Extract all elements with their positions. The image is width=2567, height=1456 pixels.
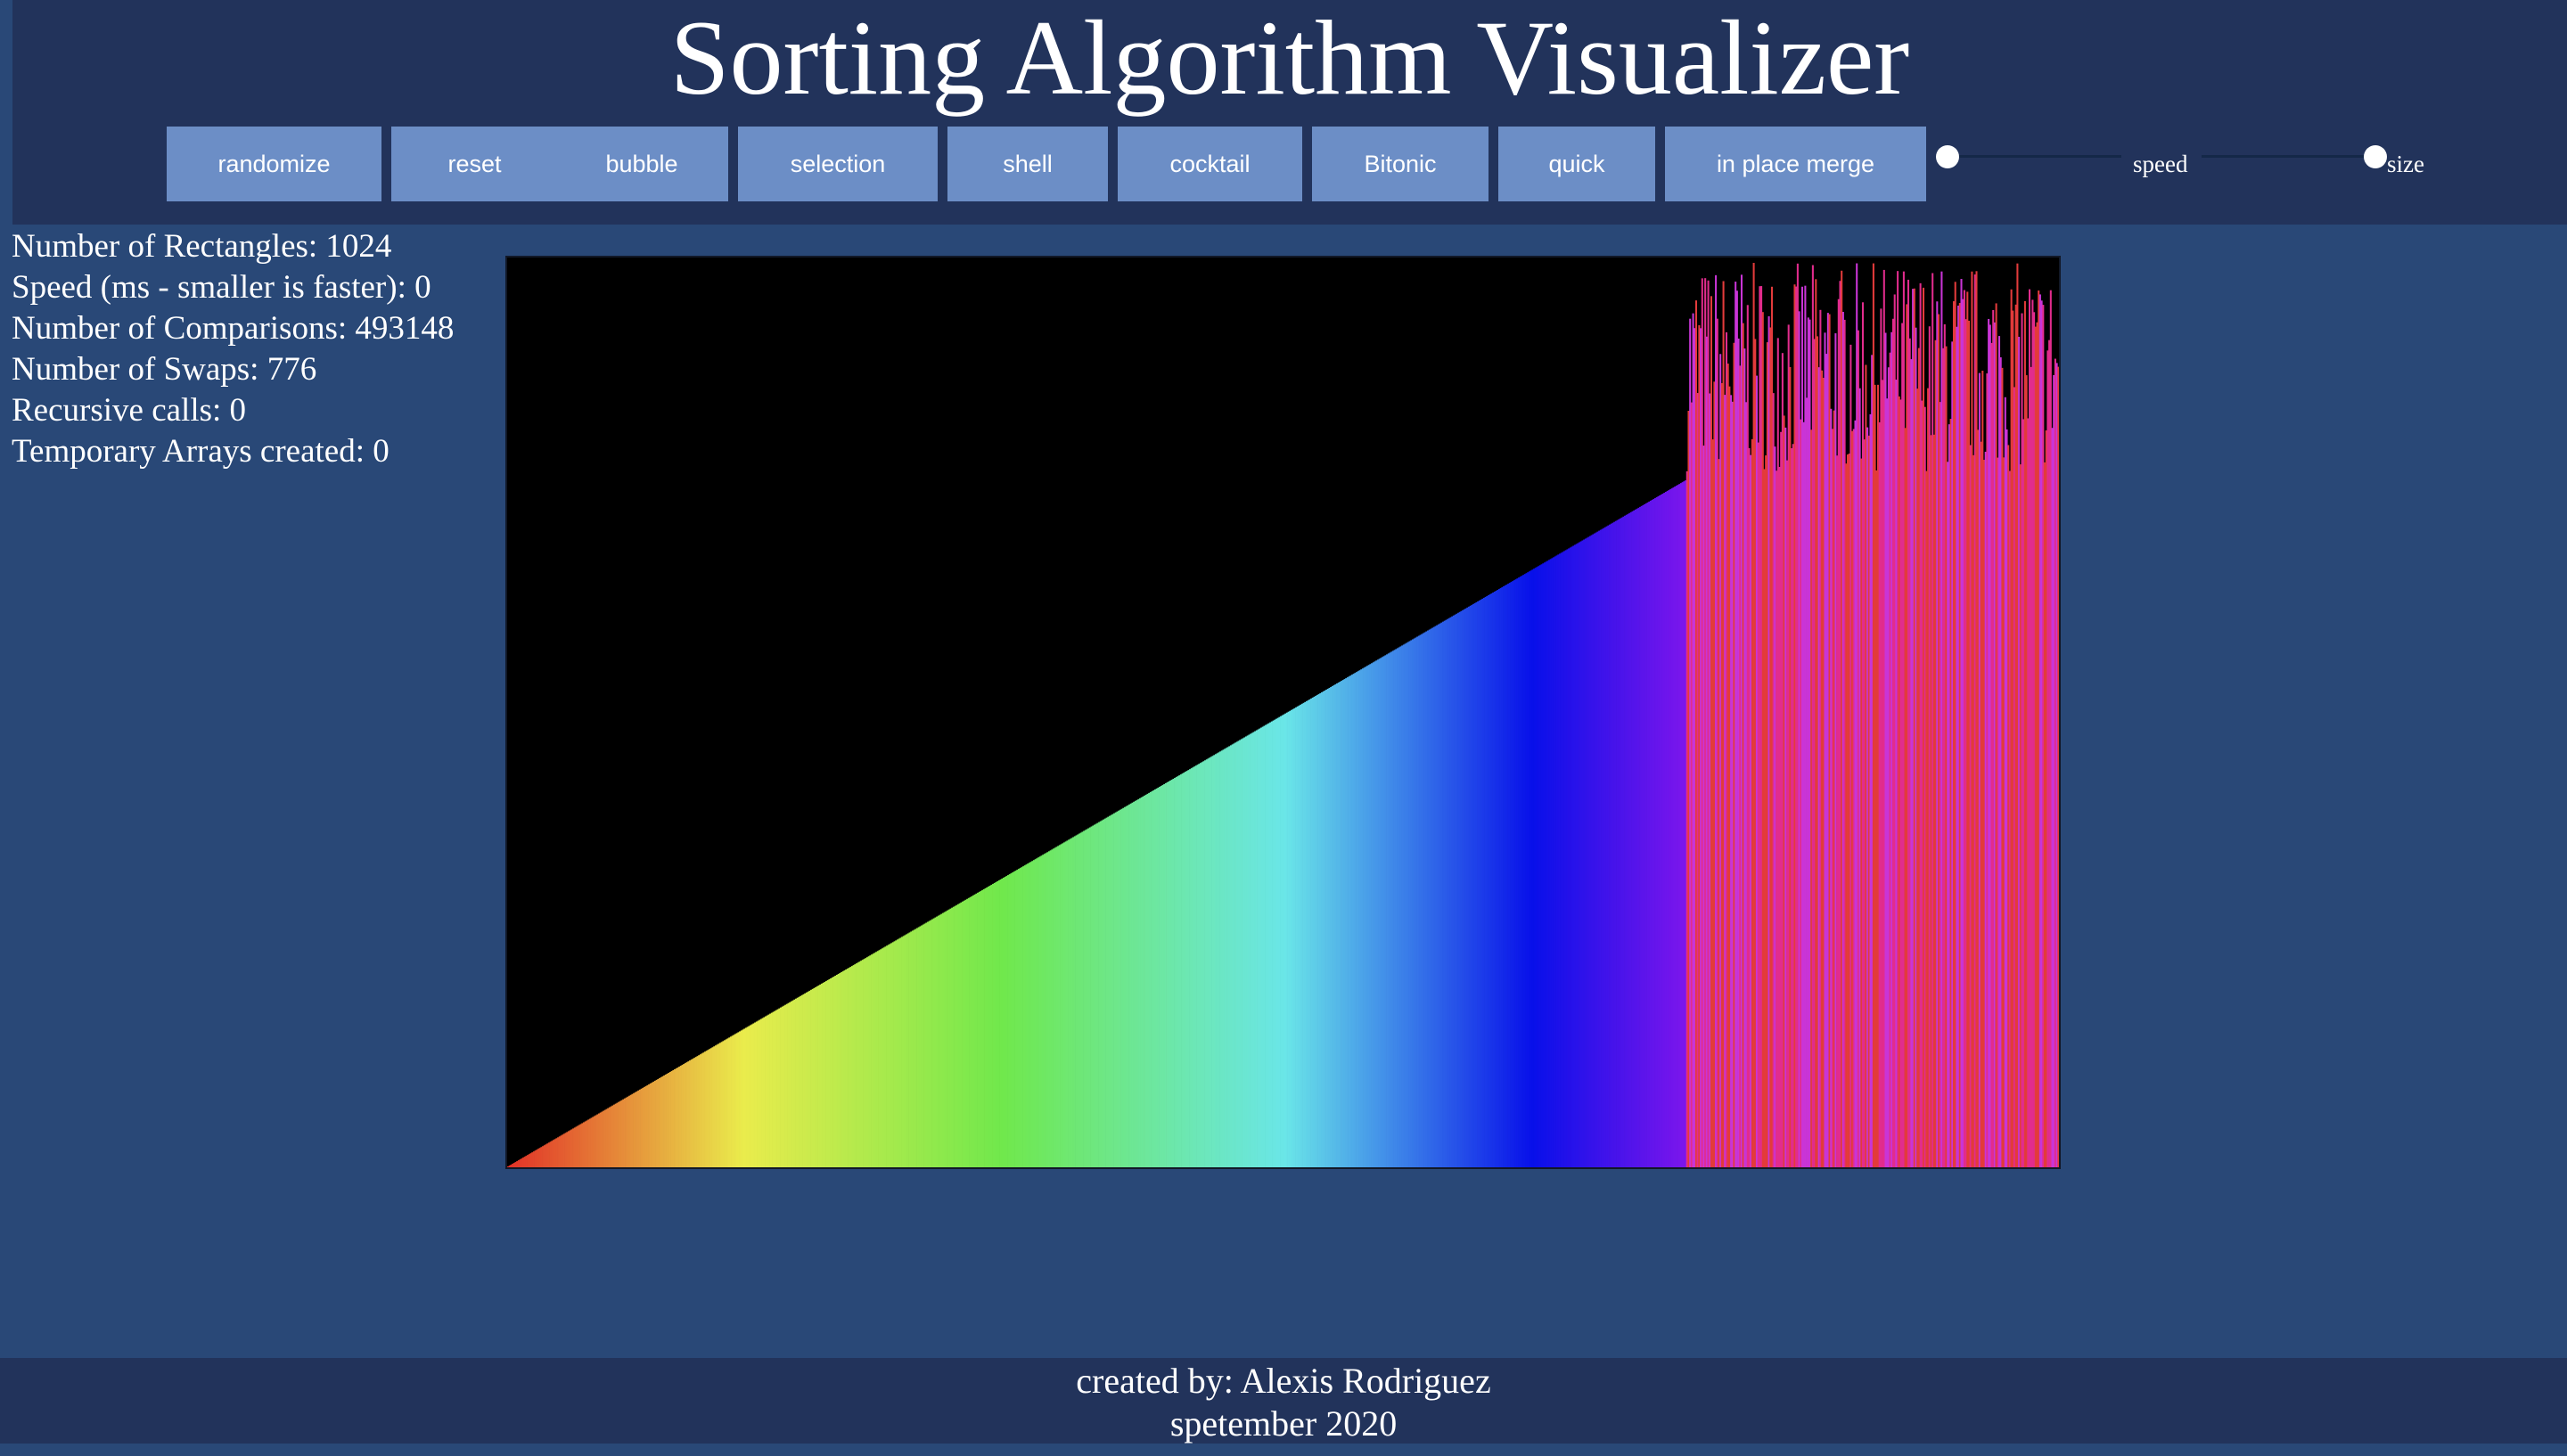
bitonic-sort-button[interactable]: Bitonic — [1312, 127, 1489, 201]
reset-button[interactable]: reset — [391, 127, 558, 201]
quick-sort-button[interactable]: quick — [1498, 127, 1655, 201]
sort-visualizer — [505, 256, 2061, 1169]
temp-array-count: Temporary Arrays created: 0 — [12, 433, 390, 470]
comparison-count: Number of Comparisons: 493148 — [12, 310, 455, 347]
recursive-call-count: Recursive calls: 0 — [12, 392, 247, 429]
stats-panel: Number of Rectangles: 1024 Speed (ms - s… — [12, 226, 475, 472]
footer-date: spetember 2020 — [1169, 1403, 1398, 1444]
array-bar — [2057, 366, 2059, 1167]
bar-canvas — [507, 263, 2059, 1167]
speed-slider-track[interactable] — [1948, 155, 2121, 158]
size-slider[interactable] — [2190, 127, 2387, 201]
page-footer: created by: Alexis Rodriguez spetember 2… — [0, 1358, 2567, 1444]
speed-slider-thumb[interactable] — [1936, 145, 1959, 168]
shell-sort-button[interactable]: shell — [947, 127, 1108, 201]
page-title: Sorting Algorithm Visualizer — [669, 0, 1910, 117]
merge-sort-button[interactable]: in place merge — [1665, 127, 1926, 201]
cocktail-sort-button[interactable]: cocktail — [1118, 127, 1302, 201]
randomize-button[interactable]: randomize — [167, 127, 381, 201]
footer-credit: created by: Alexis Rodriguez — [1076, 1361, 1491, 1401]
bubble-sort-button[interactable]: bubble — [555, 127, 728, 201]
rectangle-count: Number of Rectangles: 1024 — [12, 228, 392, 265]
selection-sort-button[interactable]: selection — [738, 127, 938, 201]
size-slider-thumb[interactable] — [2364, 145, 2387, 168]
toolbar: randomize reset bubble selection shell c… — [12, 127, 2567, 201]
swap-count: Number of Swaps: 776 — [12, 351, 317, 388]
size-slider-track[interactable] — [2202, 155, 2375, 158]
speed-label: speed — [2133, 151, 2188, 177]
speed-readout: Speed (ms - smaller is faster): 0 — [12, 269, 431, 306]
page-header: Sorting Algorithm Visualizer randomize r… — [12, 0, 2567, 225]
size-label: size — [2387, 151, 2424, 177]
speed-slider[interactable] — [1936, 127, 2133, 201]
